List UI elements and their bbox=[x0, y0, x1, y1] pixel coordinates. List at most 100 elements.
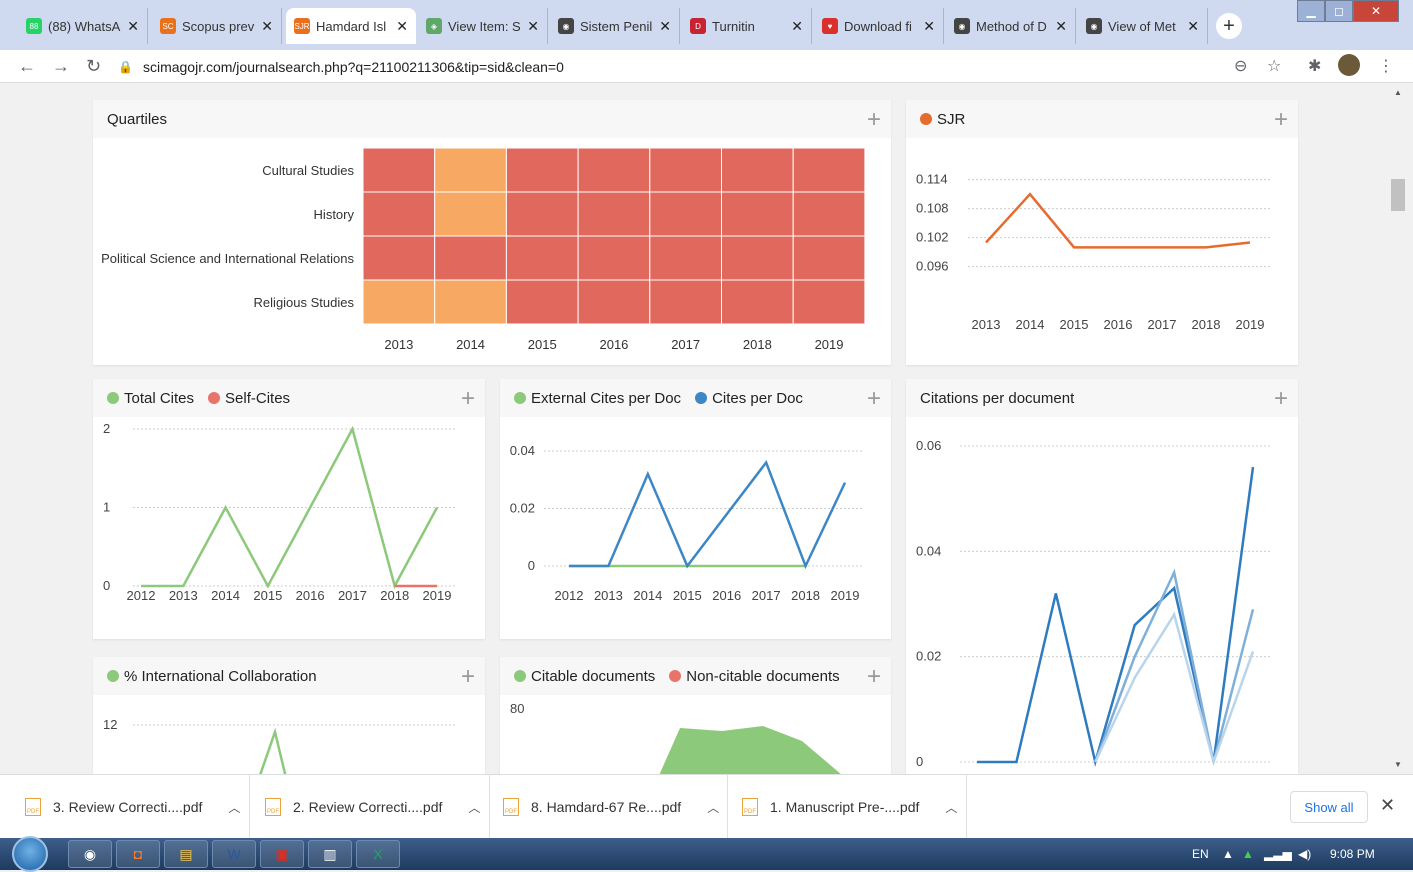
maximize-button[interactable]: ◻ bbox=[1325, 0, 1353, 22]
x-tick-label: 2017 bbox=[338, 588, 367, 603]
chevron-up-icon[interactable]: ︿ bbox=[945, 799, 957, 816]
browser-tab[interactable]: 88 (88) WhatsA ✕ bbox=[18, 8, 148, 44]
heatmap-cell bbox=[434, 279, 507, 325]
x-tick-label: 2012 bbox=[555, 588, 584, 603]
browser-tab[interactable]: ◉ Method of D ✕ bbox=[946, 8, 1076, 44]
close-tab-icon[interactable]: ✕ bbox=[659, 18, 671, 35]
expand-plus-icon[interactable]: + bbox=[461, 663, 475, 691]
show-all-button[interactable]: Show all bbox=[1290, 791, 1368, 823]
reload-icon[interactable]: ↻ bbox=[86, 56, 101, 77]
quartiles-heatmap: Cultural Studies History Political Science… bbox=[101, 147, 866, 352]
chevron-up-icon[interactable]: ︿ bbox=[228, 799, 240, 816]
y-tick-label: 0 bbox=[528, 558, 535, 573]
tab-label: Download fi bbox=[844, 18, 912, 34]
network-icon[interactable]: ▂▃▅ bbox=[1264, 847, 1292, 861]
pdf-file-icon: PDF bbox=[265, 798, 281, 816]
legend-non-citable-documents[interactable]: Non-citable documents bbox=[669, 668, 840, 685]
close-downloads-icon[interactable]: ✕ bbox=[1380, 795, 1395, 816]
language-indicator[interactable]: EN bbox=[1192, 847, 1209, 861]
legend-sjr[interactable]: SJR bbox=[920, 111, 965, 128]
close-tab-icon[interactable]: ✕ bbox=[1055, 18, 1067, 35]
back-icon[interactable]: ← bbox=[18, 56, 36, 77]
profile-avatar[interactable] bbox=[1338, 54, 1360, 76]
chrome-taskbar-icon[interactable]: ◉ bbox=[68, 840, 112, 868]
browser-tab[interactable]: SJR Hamdard Isl ✕ bbox=[286, 8, 416, 44]
legend-external-cites[interactable]: External Cites per Doc bbox=[514, 390, 681, 407]
close-tab-icon[interactable]: ✕ bbox=[396, 18, 408, 35]
app-taskbar-icon[interactable]: ▥ bbox=[308, 840, 352, 868]
y-tick-label: 0.06 bbox=[916, 438, 941, 453]
scrollbar-thumb[interactable] bbox=[1391, 179, 1405, 211]
zoom-icon[interactable]: ⊖ bbox=[1234, 56, 1247, 76]
chevron-up-icon[interactable]: ︿ bbox=[468, 799, 480, 816]
browser-tab[interactable]: ◈ View Item: S ✕ bbox=[418, 8, 548, 44]
close-tab-icon[interactable]: ✕ bbox=[1187, 18, 1199, 35]
expand-plus-icon[interactable]: + bbox=[867, 663, 881, 691]
download-item[interactable]: PDF 8. Hamdard-67 Re....pdf ︿ bbox=[503, 775, 728, 839]
explorer-taskbar-icon[interactable]: ▤ bbox=[164, 840, 208, 868]
y-tick-label: 0.02 bbox=[510, 501, 535, 516]
heatmap-cell bbox=[362, 279, 436, 325]
download-item[interactable]: PDF 1. Manuscript Pre-....pdf ︿ bbox=[742, 775, 967, 839]
vertical-scrollbar[interactable]: ▲ ▼ bbox=[1386, 84, 1413, 774]
tray-app-icon[interactable]: ▲ bbox=[1242, 847, 1254, 861]
heatmap-cell bbox=[505, 279, 579, 325]
bookmark-star-icon[interactable]: ☆ bbox=[1267, 56, 1281, 76]
x-tick-label: 2015 bbox=[673, 588, 702, 603]
menu-icon[interactable]: ⋮ bbox=[1378, 56, 1394, 76]
download-item[interactable]: PDF 3. Review Correcti....pdf ︿ bbox=[25, 775, 250, 839]
citable-documents-header: Citable documents Non-citable documents bbox=[500, 657, 891, 695]
sjr-header: SJR bbox=[906, 100, 1298, 138]
tray-expand-icon[interactable]: ▲ bbox=[1222, 847, 1234, 861]
close-tab-icon[interactable]: ✕ bbox=[261, 18, 273, 35]
clock[interactable]: 9:08 PM bbox=[1330, 847, 1375, 861]
scroll-up-arrow-icon[interactable]: ▲ bbox=[1394, 88, 1402, 97]
heatmap-cell bbox=[721, 235, 794, 281]
download-item[interactable]: PDF 2. Review Correcti....pdf ︿ bbox=[265, 775, 490, 839]
browser-tab[interactable]: ♥ Download fi ✕ bbox=[814, 8, 944, 44]
tab-label: View Item: S bbox=[448, 18, 521, 34]
excel-taskbar-icon[interactable]: X bbox=[356, 840, 400, 868]
legend-citable-documents[interactable]: Citable documents bbox=[514, 668, 655, 685]
legend-self-cites[interactable]: Self-Cites bbox=[208, 390, 290, 407]
expand-plus-icon[interactable]: + bbox=[867, 106, 881, 134]
close-tab-icon[interactable]: ✕ bbox=[127, 18, 139, 35]
globe-icon: ◉ bbox=[954, 18, 970, 34]
expand-plus-icon[interactable]: + bbox=[461, 385, 475, 413]
windows-taskbar: ◉ ◘ ▤ W ▣ ▥ X EN ▲ ▲ ▂▃▅ ◀) 9:08 PM bbox=[0, 836, 1413, 872]
app-taskbar-icon[interactable]: ◘ bbox=[116, 840, 160, 868]
url-input[interactable]: 🔒 scimagojr.com/journalsearch.php?q=2110… bbox=[118, 53, 1298, 80]
close-tab-icon[interactable]: ✕ bbox=[527, 18, 539, 35]
chevron-up-icon[interactable]: ︿ bbox=[707, 799, 719, 816]
expand-plus-icon[interactable]: + bbox=[1274, 385, 1288, 413]
legend-international-collaboration[interactable]: % International Collaboration bbox=[107, 668, 317, 685]
total-cites-header: Total Cites Self-Cites bbox=[93, 379, 485, 417]
x-tick-label: 2012 bbox=[127, 588, 156, 603]
pdf-taskbar-icon[interactable]: ▣ bbox=[260, 840, 304, 868]
x-tick-label: 2018 bbox=[791, 588, 820, 603]
forward-icon[interactable]: → bbox=[52, 56, 70, 77]
expand-plus-icon[interactable]: + bbox=[1274, 106, 1288, 134]
word-taskbar-icon[interactable]: W bbox=[212, 840, 256, 868]
browser-tab[interactable]: ◉ Sistem Penil ✕ bbox=[550, 8, 680, 44]
close-window-button[interactable]: ✕ bbox=[1353, 0, 1399, 22]
close-tab-icon[interactable]: ✕ bbox=[791, 18, 803, 35]
volume-icon[interactable]: ◀) bbox=[1298, 847, 1311, 861]
new-tab-button[interactable]: + bbox=[1216, 13, 1242, 39]
legend-dot bbox=[107, 392, 119, 404]
start-button[interactable] bbox=[12, 836, 48, 872]
x-tick-label: 2016 bbox=[712, 588, 741, 603]
pdf-file-icon: PDF bbox=[25, 798, 41, 816]
browser-tab[interactable]: SC Scopus prev ✕ bbox=[152, 8, 282, 44]
heatmap-cell bbox=[505, 191, 579, 237]
browser-tab[interactable]: ◉ View of Met ✕ bbox=[1078, 8, 1208, 44]
scroll-down-arrow-icon[interactable]: ▼ bbox=[1394, 760, 1402, 769]
legend-cites-per-doc[interactable]: Cites per Doc bbox=[695, 390, 803, 407]
expand-plus-icon[interactable]: + bbox=[867, 385, 881, 413]
legend-total-cites[interactable]: Total Cites bbox=[107, 390, 194, 407]
close-tab-icon[interactable]: ✕ bbox=[923, 18, 935, 35]
extensions-icon[interactable]: ✱ bbox=[1308, 56, 1321, 76]
minimize-button[interactable]: ▁ bbox=[1297, 0, 1325, 22]
x-tick-label: 2017 bbox=[1148, 317, 1177, 332]
browser-tab[interactable]: D Turnitin ✕ bbox=[682, 8, 812, 44]
